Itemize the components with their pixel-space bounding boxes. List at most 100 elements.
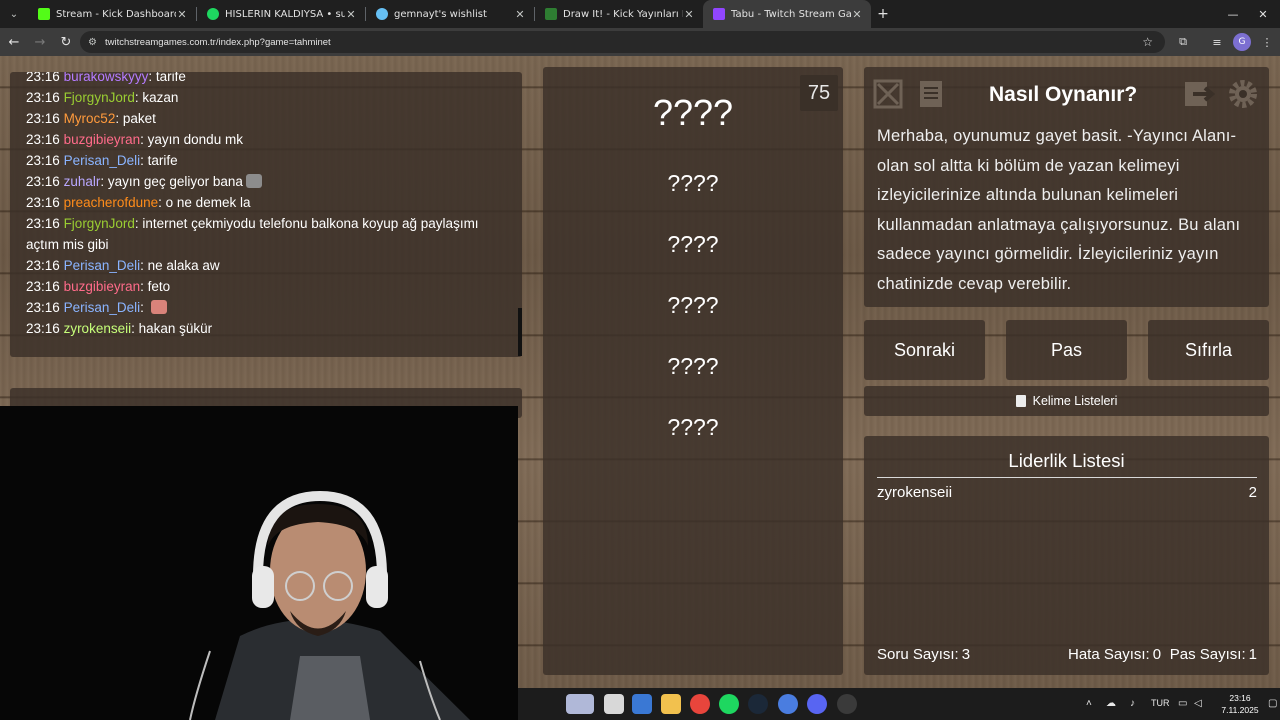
chat-timestamp: 23:16: [26, 279, 60, 294]
task-view-icon[interactable]: [604, 694, 624, 714]
gear-icon[interactable]: [1226, 77, 1260, 111]
word-lists-label: Kelime Listeleri: [1032, 394, 1118, 408]
question-count-value: 3: [961, 646, 971, 663]
tab-kick-dashboard[interactable]: Stream - Kick Dashboard ✕: [28, 0, 196, 28]
chat-username[interactable]: zyrokenseii: [64, 321, 132, 336]
chat-username[interactable]: Perisan_Deli: [64, 153, 141, 168]
leaderboard-name: zyrokenseii: [877, 484, 953, 501]
url-text: twitchstreamgames.com.tr/index.php?game=…: [104, 36, 331, 48]
spotify-icon: [207, 8, 219, 20]
volume-icon[interactable]: ◁: [1194, 698, 1202, 709]
store-icon[interactable]: [632, 694, 652, 714]
extensions-icon[interactable]: ⧉: [1174, 33, 1192, 51]
logout-icon[interactable]: [1182, 77, 1216, 111]
tab-draw-it[interactable]: Draw It! - Kick Yayınları İçin Çizı ✕: [535, 0, 703, 28]
kick-icon: [38, 8, 50, 20]
forbidden-word: ????: [667, 170, 719, 196]
language-indicator[interactable]: TUR: [1151, 698, 1170, 708]
chat-timestamp: 23:16: [26, 216, 60, 231]
discord-icon[interactable]: [807, 694, 827, 714]
chat-username[interactable]: Perisan_Deli: [64, 300, 141, 315]
next-button[interactable]: Sonraki: [864, 320, 985, 380]
close-icon[interactable]: ✕: [345, 8, 357, 21]
forward-arrow-icon[interactable]: →: [28, 30, 52, 54]
chat-message: 23:16 FjorgynJord: internet çekmiyodu te…: [26, 216, 479, 252]
folder-icon[interactable]: [661, 694, 681, 714]
notification-bell-icon[interactable]: ▢: [1268, 698, 1277, 709]
word-lists-button[interactable]: Kelime Listeleri: [864, 386, 1269, 416]
tab-search-button[interactable]: ⌄: [0, 0, 28, 28]
site-info-icon[interactable]: ⚙: [88, 37, 97, 48]
leaderboard-panel: Liderlik Listesi zyrokenseii 2 Soru Sayı…: [864, 436, 1269, 675]
clock-date: 7.11.2025: [1221, 705, 1259, 715]
profile-avatar[interactable]: G: [1233, 33, 1251, 51]
notepad-icon: [1015, 395, 1026, 407]
chrome-profile-icon[interactable]: [778, 694, 798, 714]
forbidden-word: ????: [667, 414, 719, 440]
clock[interactable]: 23:16 7.11.2025: [1212, 692, 1268, 716]
twitch-icon: [713, 8, 725, 20]
tab-title: Stream - Kick Dashboard: [56, 8, 176, 20]
chat-username[interactable]: Perisan_Deli: [64, 258, 141, 273]
chat-panel: 23:16 burakowskyyy: tarife 23:16 FjorgynJ…: [10, 72, 522, 357]
chevron-up-icon[interactable]: ˄: [1086, 698, 1092, 709]
how-to-play-text: Merhaba, oyunumuz gayet basit. -Yayıncı …: [877, 127, 1241, 293]
error-count-label: Hata Sayısı:: [1068, 646, 1150, 663]
chat-scrollbar[interactable]: [518, 308, 522, 356]
chat-message: 23:16 Perisan_Deli:: [26, 297, 512, 318]
leaderboard-score: 2: [1248, 484, 1257, 501]
spotify-taskbar-icon[interactable]: [719, 694, 739, 714]
bookmark-star-icon[interactable]: ☆: [1142, 35, 1153, 49]
chrome-icon[interactable]: [690, 694, 710, 714]
reset-button[interactable]: Sıfırla: [1148, 320, 1269, 380]
chat-message: 23:16 FjorgynJord: kazan: [26, 90, 179, 105]
close-window-button[interactable]: ✕: [1246, 0, 1280, 28]
chat-timestamp: 23:16: [26, 195, 60, 210]
obs-icon[interactable]: [837, 694, 857, 714]
chat-text: yayın geç geliyor bana: [107, 174, 243, 189]
chat-message: 23:16 buzgibieyran: feto: [26, 279, 171, 294]
close-icon[interactable]: ✕: [851, 8, 863, 21]
minimize-button[interactable]: —: [1216, 0, 1250, 28]
close-icon[interactable]: ✕: [176, 8, 188, 21]
pass-button[interactable]: Pas: [1006, 320, 1127, 380]
question-count: Soru Sayısı: 3: [877, 646, 970, 663]
windows-widget-icon[interactable]: [566, 694, 594, 714]
microphone-icon[interactable]: ♪: [1130, 698, 1135, 709]
close-icon[interactable]: ✕: [514, 8, 526, 21]
document-icon[interactable]: [914, 77, 948, 111]
chat-username[interactable]: Myroc52: [64, 111, 116, 126]
chat-username[interactable]: FjorgynJord: [64, 90, 135, 105]
reload-icon[interactable]: ↻: [54, 30, 78, 54]
chat-username[interactable]: zuhalr: [64, 174, 101, 189]
chat-text: tarife: [147, 153, 178, 168]
tab-spotify[interactable]: HİSLERİN KALDIYSA • sulga, Em ✕: [197, 0, 365, 28]
emote-icon: [150, 300, 167, 314]
media-controls-icon[interactable]: ≡: [1208, 33, 1226, 51]
how-to-play-panel: Nasıl Oynanır? Merhaba, oyunumuz gayet b…: [864, 67, 1269, 307]
chat-timestamp: 23:16: [26, 153, 60, 168]
network-icon[interactable]: ▭: [1178, 698, 1187, 709]
chat-username[interactable]: burakowskyyy: [64, 72, 149, 84]
tab-steam-wishlist[interactable]: gemnayt's wishlist ✕: [366, 0, 534, 28]
cloud-icon[interactable]: ☁: [1106, 698, 1116, 709]
chat-username[interactable]: buzgibieyran: [64, 279, 141, 294]
chat-message: 23:16 Myroc52: paket: [26, 111, 156, 126]
steam-taskbar-icon[interactable]: [748, 694, 768, 714]
back-arrow-icon[interactable]: ←: [2, 30, 26, 54]
new-tab-button[interactable]: +: [871, 6, 895, 22]
chat-text: feto: [147, 279, 171, 294]
emote-icon: [245, 174, 262, 188]
toolbar: ← → ↻ ⚙ twitchstreamgames.com.tr/index.p…: [0, 28, 1280, 56]
close-icon[interactable]: ✕: [683, 8, 695, 21]
address-bar[interactable]: ⚙ twitchstreamgames.com.tr/index.php?gam…: [80, 31, 1165, 53]
fullscreen-icon[interactable]: [871, 77, 905, 111]
chat-username[interactable]: buzgibieyran: [64, 132, 141, 147]
chat-username[interactable]: FjorgynJord: [64, 216, 135, 231]
tab-title: gemnayt's wishlist: [394, 8, 487, 20]
chat-username[interactable]: preacherofdune: [64, 195, 159, 210]
chat-text: tarife: [155, 72, 186, 84]
menu-kebab-icon[interactable]: ⋮: [1258, 33, 1276, 51]
tab-tabu[interactable]: Tabu - Twitch Stream Games ✕: [703, 0, 871, 28]
main-word: ????: [652, 92, 734, 133]
